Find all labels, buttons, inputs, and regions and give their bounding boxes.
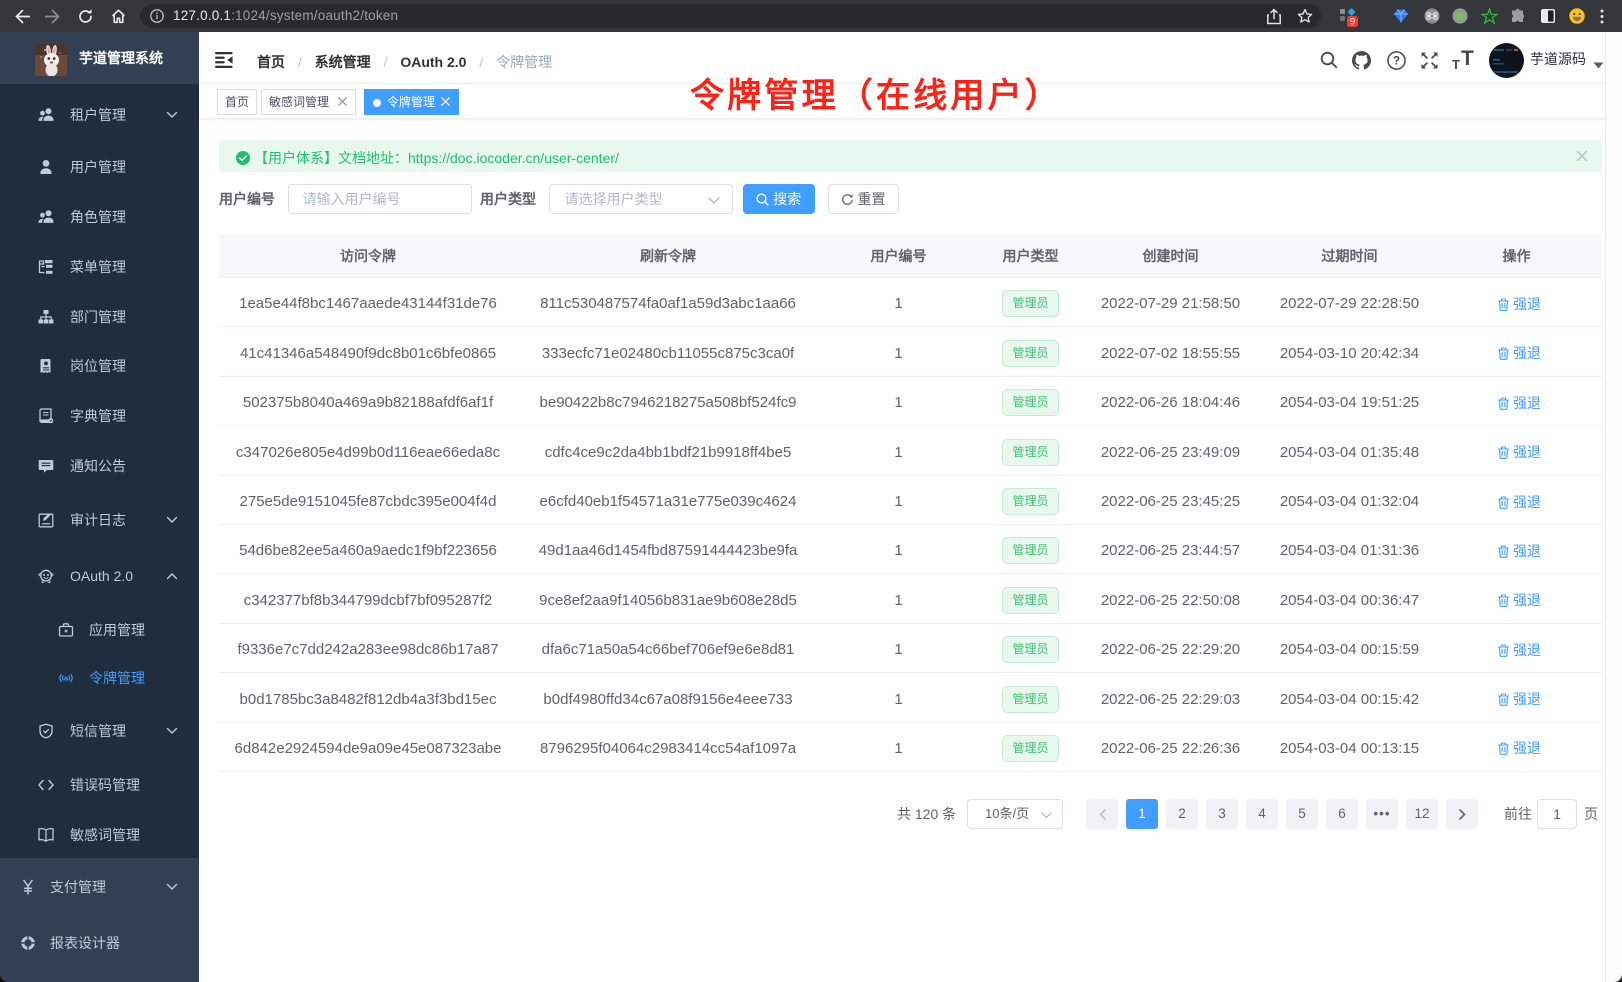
svg-text:a: a bbox=[64, 674, 69, 683]
svg-text:?: ? bbox=[1393, 56, 1400, 68]
svg-text:9: 9 bbox=[1350, 17, 1355, 27]
